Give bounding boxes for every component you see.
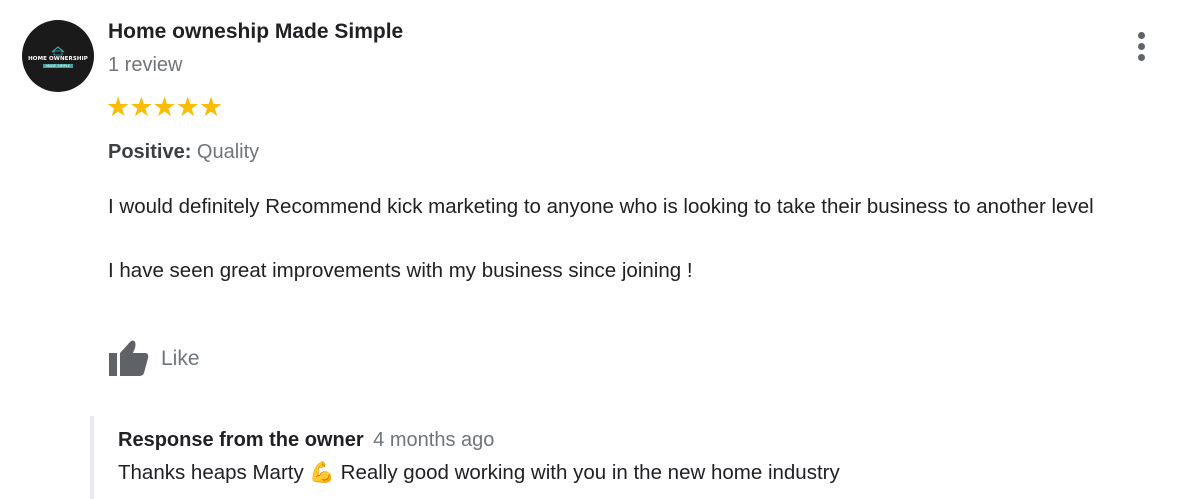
review-paragraph: I have seen great improvements with my b… xyxy=(108,259,693,282)
positive-value: Quality xyxy=(196,141,260,163)
owner-response-time: 4 months ago xyxy=(373,429,495,451)
like-label: Like xyxy=(161,347,200,370)
more-options-button[interactable] xyxy=(1128,30,1156,64)
avatar-logo-subtext: MADE SIMPLE xyxy=(22,64,94,68)
more-vert-icon-dot xyxy=(1138,43,1145,50)
positive-label: Positive: xyxy=(108,141,192,163)
owner-response-title: Response from the owner xyxy=(118,429,364,451)
review-body: I would definitely Recommend kick market… xyxy=(108,191,1193,319)
owner-response-text: Thanks heaps Marty 💪 Really good working… xyxy=(118,461,840,484)
more-vert-icon-dot xyxy=(1138,54,1145,61)
owner-response: Response from the owner 4 months ago Tha… xyxy=(90,416,1194,499)
avatar-logo-text: HOME OWNERSHIP xyxy=(28,56,88,62)
star-rating: ★★★★★ xyxy=(106,92,223,122)
positive-attributes: Positive: Quality xyxy=(108,141,259,164)
review-paragraph: I would definitely Recommend kick market… xyxy=(108,195,1094,218)
reviewer-name[interactable]: Home owneship Made Simple xyxy=(108,20,403,44)
review-count[interactable]: 1 review xyxy=(108,54,182,77)
thumbs-up-icon xyxy=(109,340,149,376)
more-vert-icon xyxy=(1138,32,1145,39)
owner-response-header: Response from the owner 4 months ago xyxy=(118,429,494,452)
avatar[interactable]: HOME OWNERSHIP MADE SIMPLE xyxy=(22,20,94,92)
